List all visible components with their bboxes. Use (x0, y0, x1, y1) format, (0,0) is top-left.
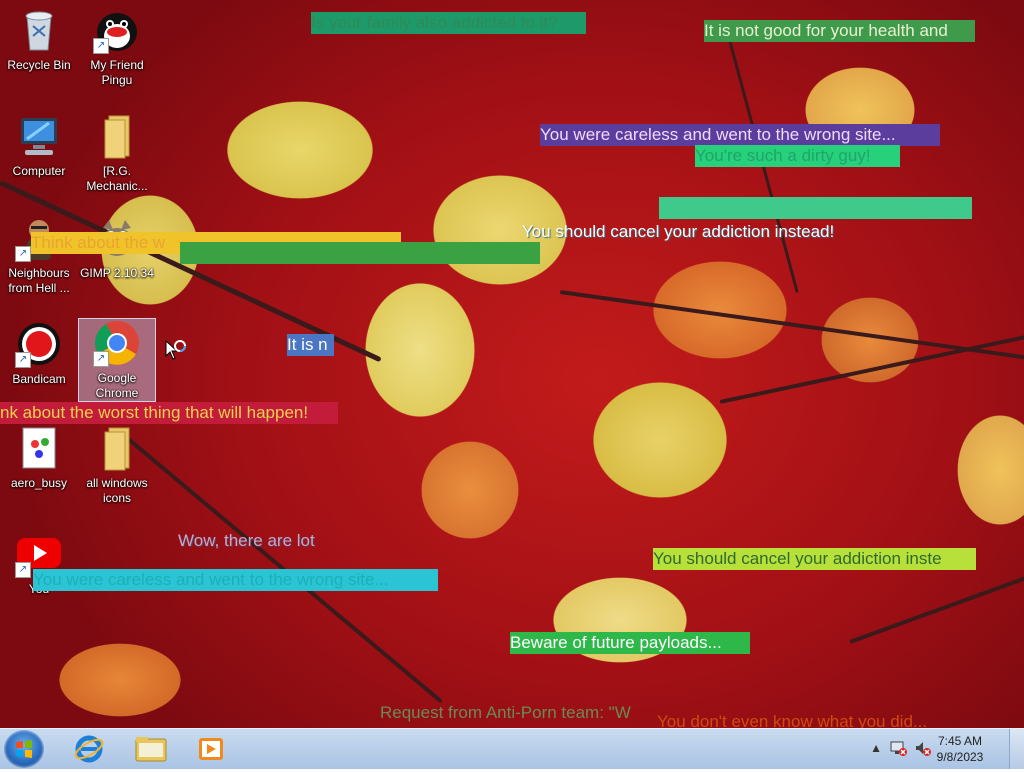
icon-label: Recycle Bin (7, 58, 71, 72)
message-bar-blank (659, 197, 972, 219)
shortcut-arrow-icon: ↗ (15, 562, 31, 578)
icon-label: Bandicam (12, 372, 66, 386)
folder-icon (93, 112, 141, 160)
message-text: You were careless and went to the wrong … (540, 124, 940, 146)
shortcut-arrow-icon: ↗ (15, 352, 31, 368)
desktop-icon-bandicam[interactable]: ↗ Bandicam (1, 320, 77, 387)
icon-label: Computer (12, 164, 66, 178)
message-text: Request from Anti-Porn team: "W (380, 703, 631, 722)
desktop-icon-all-windows-icons[interactable]: all windows icons (79, 424, 155, 506)
message-text: It is n (287, 334, 334, 356)
shortcut-arrow-icon: ↗ (93, 351, 109, 367)
icon-label: Neighbours from Hell ... (8, 266, 70, 295)
internet-explorer-icon (74, 735, 104, 763)
desktop-icon-my-friend-pingu[interactable]: ↗ My Friend Pingu (79, 6, 155, 88)
message-text: It is not good for your health and (704, 20, 975, 42)
message-text: You were careless and went to the wrong … (33, 569, 438, 591)
message-text: You should cancel your addiction instead… (522, 222, 835, 241)
branch (719, 333, 1024, 404)
message-text: Beware of future payloads... (510, 632, 750, 654)
icon-label: Google Chrome (95, 371, 139, 400)
message-text: You don't even know what you did... (657, 712, 928, 728)
desktop-icon-computer[interactable]: Computer (1, 112, 77, 179)
message-text: Wow, there are lot (178, 531, 315, 550)
busy-cursor-icon (165, 339, 189, 369)
icon-label: My Friend Pingu (90, 58, 144, 87)
desktop-icon-google-chrome[interactable]: ↗ Google Chrome (78, 318, 156, 402)
file-explorer-icon (135, 737, 167, 762)
clock-date: 9/8/2023 (936, 750, 984, 764)
recycle-bin-icon (15, 6, 63, 54)
desktop: Recycle Bin ↗ My Friend Pingu Computer [… (0, 0, 1024, 728)
tray-expand-icon[interactable]: ▲ (870, 741, 882, 755)
message-text: You should cancel your addiction inste (653, 548, 976, 570)
desktop-icon-recycle-bin[interactable]: Recycle Bin (1, 6, 77, 73)
shortcut-arrow-icon: ↗ (93, 38, 109, 54)
desktop-icon-aero-busy[interactable]: aero_busy (1, 424, 77, 491)
show-desktop-button[interactable] (1009, 729, 1024, 769)
computer-icon (15, 112, 63, 160)
taskbar: ▲ 7:45 AM 9/8/2023 (0, 728, 1024, 769)
start-button[interactable] (4, 730, 44, 768)
branch (849, 571, 1024, 644)
message-text: nk about the worst thing that will happe… (0, 402, 338, 424)
folder-icon (93, 424, 141, 472)
branch (728, 41, 799, 294)
message-text: You're such a dirty guy! (695, 145, 900, 167)
pingu-icon: ↗ (93, 6, 141, 54)
taskbar-internet-explorer[interactable] (62, 731, 116, 767)
shortcut-arrow-icon: ↗ (15, 246, 31, 262)
network-icon[interactable] (890, 739, 908, 760)
taskbar-file-explorer[interactable] (124, 731, 178, 767)
message-text: Is your family also addicted to it? (311, 12, 586, 34)
desktop-icon-rg-mechanic[interactable]: [R.G. Mechanic... (79, 112, 155, 194)
taskbar-media-player[interactable] (184, 731, 238, 767)
icon-label: [R.G. Mechanic... (86, 164, 148, 193)
system-clock[interactable]: 7:45 AM 9/8/2023 (930, 733, 990, 765)
desktop-icon-neighbours-from-hell[interactable]: ↗ Neighbours from Hell ... (1, 214, 77, 296)
icon-label: all windows icons (86, 476, 148, 505)
message-text: You should cancel your addiction instead (180, 242, 540, 264)
icon-label: aero_busy (10, 476, 68, 490)
bandicam-icon: ↗ (15, 320, 63, 368)
chrome-icon: ↗ (93, 319, 141, 367)
windows-logo-icon (16, 740, 32, 758)
media-player-icon (199, 738, 223, 760)
branch (118, 430, 444, 704)
paint-icon (15, 424, 63, 472)
clock-time: 7:45 AM (937, 734, 983, 748)
icon-label: GIMP 2.10.34 (80, 266, 154, 280)
